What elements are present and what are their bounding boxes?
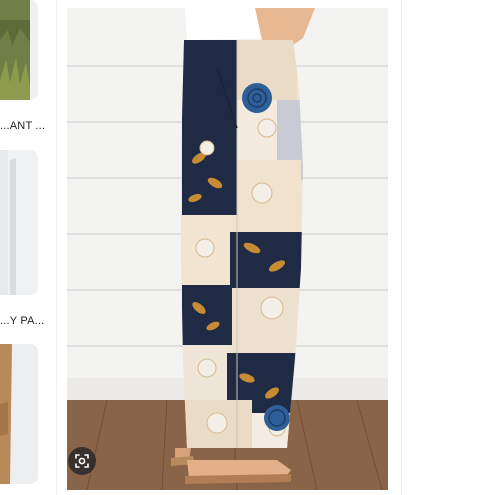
arm-photo-thumbnail [0,344,38,484]
preview-image[interactable] [67,8,388,490]
patchwork-wide-leg-pants-photo [67,8,388,490]
result-label[interactable]: ...Y PA... [0,315,44,327]
result-card[interactable] [0,0,38,100]
result-label[interactable]: ...ANT ... [0,120,45,132]
result-card[interactable] [0,344,38,484]
model-photo-thumbnail [0,150,38,295]
visual-search-lens-icon [75,454,89,468]
result-card[interactable] [0,150,38,295]
grass-photo-thumbnail [0,0,38,100]
right-pane [402,0,495,495]
results-rail: ...ANT ... ...Y PA... [0,0,46,495]
visual-search-lens-button[interactable] [68,447,96,475]
